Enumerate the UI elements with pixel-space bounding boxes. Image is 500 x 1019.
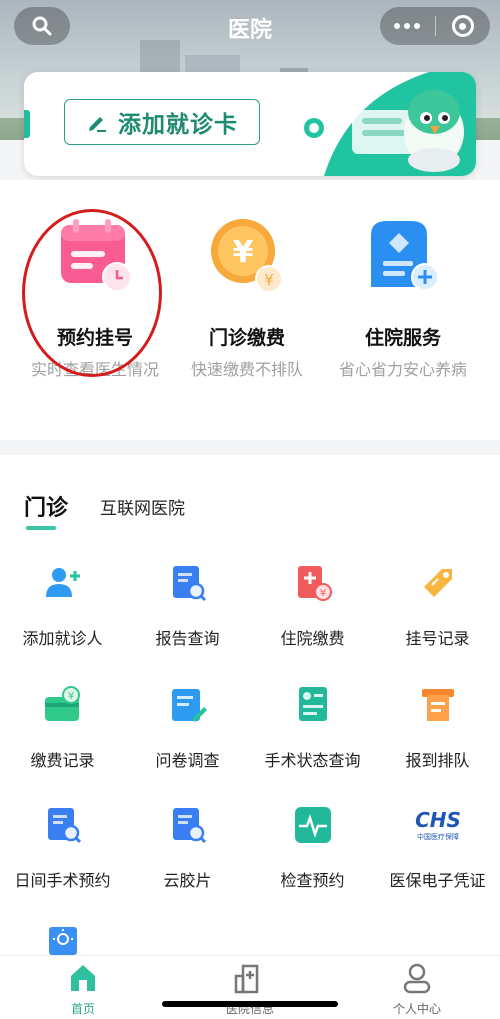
tab-outpatient[interactable]: 门诊	[24, 490, 68, 522]
banner-tab	[24, 110, 30, 138]
svg-text:¥: ¥	[233, 235, 254, 270]
close-mini-program-button[interactable]	[435, 15, 490, 37]
grid-medical-insurance-voucher[interactable]: CHS 中国医疗保障 医保电子凭证	[375, 805, 500, 891]
chs-logo-subtext: 中国医疗保障	[417, 832, 459, 841]
day-surgery-icon	[43, 805, 83, 845]
tabbar-label: 个人中心	[392, 1002, 441, 1016]
grid-label: 添加就诊人	[22, 629, 103, 648]
tabbar-hospital-info[interactable]: 医院信息	[195, 962, 305, 1017]
grid-label: 挂号记录	[405, 629, 470, 648]
svg-text:¥: ¥	[319, 588, 325, 599]
grid-label: 日间手术预约	[14, 871, 111, 890]
home-icon	[71, 965, 95, 991]
grid-label: 住院缴费	[280, 629, 345, 648]
payment-record-icon: ¥	[43, 685, 83, 725]
add-visit-card-button[interactable]: 添加就诊卡	[64, 99, 260, 145]
grid-survey[interactable]: 问卷调查	[125, 685, 250, 771]
grid-payment-record[interactable]: ¥ 缴费记录	[0, 685, 125, 771]
grid-surgery-status[interactable]: 手术状态查询	[250, 685, 375, 771]
tag-icon	[418, 563, 458, 603]
tab-internet-hospital[interactable]: 互联网医院	[100, 494, 185, 519]
survey-icon	[168, 685, 208, 725]
grid-label: 医保电子凭证	[389, 871, 486, 890]
cloud-film-icon	[168, 805, 208, 845]
grid-registration-record[interactable]: 挂号记录	[375, 563, 500, 649]
hospital-icon	[234, 964, 259, 994]
tabbar-profile[interactable]: 个人中心	[362, 962, 472, 1017]
target-icon	[451, 15, 474, 37]
red-annotation-circle	[22, 209, 162, 377]
service-name: 门诊缴费	[208, 327, 285, 349]
user-icon	[403, 963, 431, 994]
grid-label: 报到排队	[405, 751, 470, 770]
grid-cloud-film[interactable]: 云胶片	[125, 805, 250, 891]
grid-check-in-queue[interactable]: 报到排队	[375, 685, 500, 771]
active-tab-underline	[26, 526, 56, 530]
hospital-bed-icon	[363, 215, 443, 295]
more-menu-button[interactable]	[380, 23, 435, 29]
add-card-label: 添加就诊卡	[118, 112, 238, 138]
service-desc: 快速缴费不排队	[190, 360, 303, 379]
section-tabs: 门诊 互联网医院	[0, 490, 500, 530]
tabbar-label: 首页	[70, 1002, 95, 1016]
service-inpatient[interactable]: 住院服务 省心省力安心养病	[328, 215, 478, 382]
grid-label: 云胶片	[163, 871, 212, 890]
svg-text:¥: ¥	[264, 271, 274, 289]
chs-logo-icon: CHS 中国医疗保障	[408, 805, 468, 845]
service-name: 住院服务	[364, 327, 441, 349]
grid-label: 缴费记录	[30, 751, 95, 770]
grid-report-query[interactable]: 报告查询	[125, 563, 250, 649]
queue-ticket-icon	[418, 685, 458, 725]
add-card-banner: 添加就诊卡	[24, 72, 476, 176]
home-indicator	[162, 1001, 338, 1007]
outpatient-section: 门诊 互联网医院 添加就诊人 报告查询 ¥ 住院缴费 挂号记录 ¥ 缴费记录 问…	[0, 455, 500, 955]
exam-monitor-icon	[293, 805, 333, 845]
bottom-tab-bar: 首页 医院信息 个人中心	[0, 955, 500, 1019]
yuan-coin-icon: ¥ ¥	[207, 215, 287, 295]
grid-exam-appointment[interactable]: 检查预约	[250, 805, 375, 891]
grid-label: 手术状态查询	[264, 751, 361, 770]
mascot-illustration	[304, 72, 476, 176]
grid-label: 检查预约	[280, 871, 345, 890]
service-outpatient-payment[interactable]: ¥ ¥ 门诊缴费 快速缴费不排队	[172, 215, 322, 382]
chs-logo-text: CHS	[415, 808, 461, 832]
mini-program-capsule	[380, 7, 490, 45]
add-person-icon	[43, 563, 83, 603]
grid-day-surgery[interactable]: 日间手术预约	[0, 805, 125, 891]
grid-label: 问卷调查	[155, 751, 220, 770]
grid-inpatient-payment[interactable]: ¥ 住院缴费	[250, 563, 375, 649]
grid-label: 报告查询	[155, 629, 220, 648]
surgery-status-icon	[293, 685, 333, 725]
report-search-icon	[168, 563, 208, 603]
service-desc: 省心省力安心养病	[338, 360, 467, 379]
pen-icon	[89, 117, 106, 132]
grid-add-patient[interactable]: 添加就诊人	[0, 563, 125, 649]
svg-text:¥: ¥	[67, 691, 73, 702]
inpatient-payment-icon: ¥	[293, 563, 333, 603]
tabbar-home[interactable]: 首页	[28, 962, 138, 1017]
